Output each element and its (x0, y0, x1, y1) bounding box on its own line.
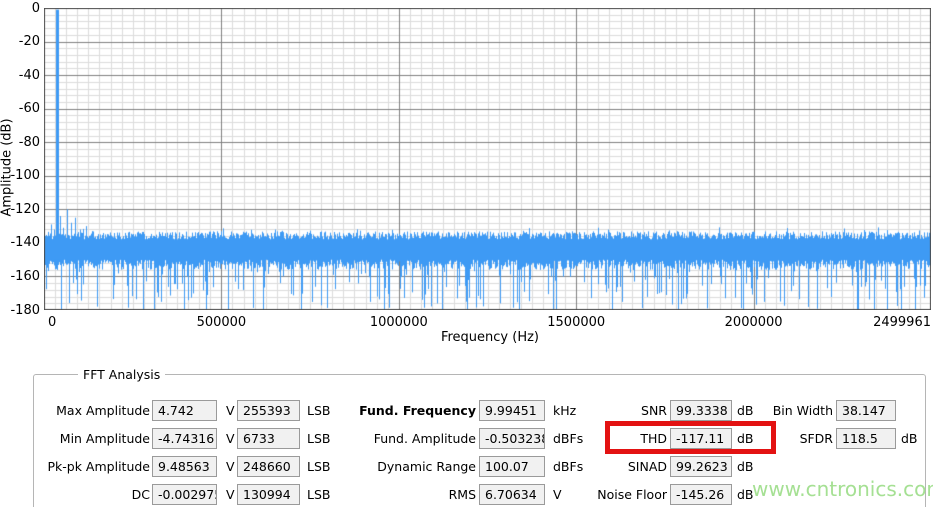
rms-label: RMS (448, 487, 476, 502)
x-tick-label: 2499961 (873, 315, 931, 330)
min-amplitude-lsb-unit: LSB (307, 431, 331, 446)
y-tick-label: -180 (10, 302, 40, 318)
y-tick-label: -20 (18, 34, 40, 50)
dc-label: DC (131, 487, 150, 502)
x-tick-label: 1500000 (547, 315, 606, 330)
thd-highlight-box (605, 421, 776, 454)
bin-width-field[interactable]: 38.147 (836, 400, 896, 421)
max-amplitude-lsb-unit: LSB (307, 403, 331, 418)
rms-field[interactable]: 6.70634 (479, 484, 545, 505)
fft-spectrum-chart: Amplitude (dB) 0 -20 -40 -60 -80 -100 -120 -140… (0, 0, 933, 350)
max-amplitude-lsb-field[interactable]: 255393 (237, 400, 300, 421)
sinad-unit: dB (737, 459, 754, 474)
x-axis-title: Frequency (Hz) (440, 330, 540, 345)
y-tick-label: -40 (18, 67, 40, 83)
max-amplitude-v-field[interactable]: 4.742 (152, 400, 217, 421)
dc-v-field[interactable]: -0.002975 (152, 484, 217, 505)
min-amplitude-v-unit: V (226, 431, 235, 446)
x-tick-label: 1000000 (369, 315, 428, 330)
min-amplitude-v-field[interactable]: -4.74316 (152, 428, 217, 449)
x-tick-label: 0 (48, 315, 57, 330)
fund-amplitude-field[interactable]: -0.503238 (479, 428, 545, 449)
y-tick-label: 0 (31, 0, 40, 16)
snr-label: SNR (641, 403, 667, 418)
sfdr-unit: dB (901, 431, 918, 446)
dc-lsb-field[interactable]: 130994 (237, 484, 300, 505)
watermark-text: www.cntronics.com (752, 477, 933, 501)
y-tick-label: -140 (10, 235, 40, 251)
pkpk-amplitude-v-unit: V (226, 459, 235, 474)
min-amplitude-lsb-field[interactable]: 6733 (237, 428, 300, 449)
fund-frequency-label: Fund. Frequency (359, 403, 476, 418)
pkpk-amplitude-v-field[interactable]: 9.48563 (152, 456, 217, 477)
noise-floor-label: Noise Floor (597, 487, 667, 502)
pkpk-amplitude-lsb-unit: LSB (307, 459, 331, 474)
y-tick-label: -60 (18, 101, 40, 117)
fund-amplitude-label: Fund. Amplitude (373, 431, 476, 446)
dynamic-range-label: Dynamic Range (377, 459, 476, 474)
noise-floor-field[interactable]: -145.26 (670, 484, 732, 505)
y-tick-label: -100 (10, 168, 40, 184)
min-amplitude-label: Min Amplitude (59, 431, 150, 446)
pkpk-amplitude-lsb-field[interactable]: 248660 (237, 456, 300, 477)
max-amplitude-v-unit: V (226, 403, 235, 418)
pkpk-amplitude-label: Pk-pk Amplitude (47, 459, 151, 474)
snr-field[interactable]: 99.3338 (670, 400, 732, 421)
x-tick-label: 2000000 (724, 315, 783, 330)
groupbox-title: FFT Analysis (78, 367, 166, 382)
bin-width-label: Bin Width (772, 403, 833, 418)
y-tick-label: -160 (10, 268, 40, 284)
sinad-label: SINAD (627, 459, 667, 474)
sfdr-field[interactable]: 118.5 (836, 428, 896, 449)
max-amplitude-label: Max Amplitude (56, 403, 150, 418)
sinad-field[interactable]: 99.2623 (670, 456, 732, 477)
dc-lsb-unit: LSB (307, 487, 331, 502)
fund-frequency-field[interactable]: 9.99451 (479, 400, 545, 421)
spectrum-plot-area (44, 8, 931, 310)
dc-v-unit: V (226, 487, 235, 502)
fft-analyzer-window: Amplitude (dB) 0 -20 -40 -60 -80 -100 -120 -140… (0, 0, 933, 507)
x-tick-label: 500000 (196, 315, 247, 330)
y-tick-label: -120 (10, 201, 40, 217)
y-tick-label: -80 (18, 134, 40, 150)
dynamic-range-field[interactable]: 100.07 (479, 456, 545, 477)
